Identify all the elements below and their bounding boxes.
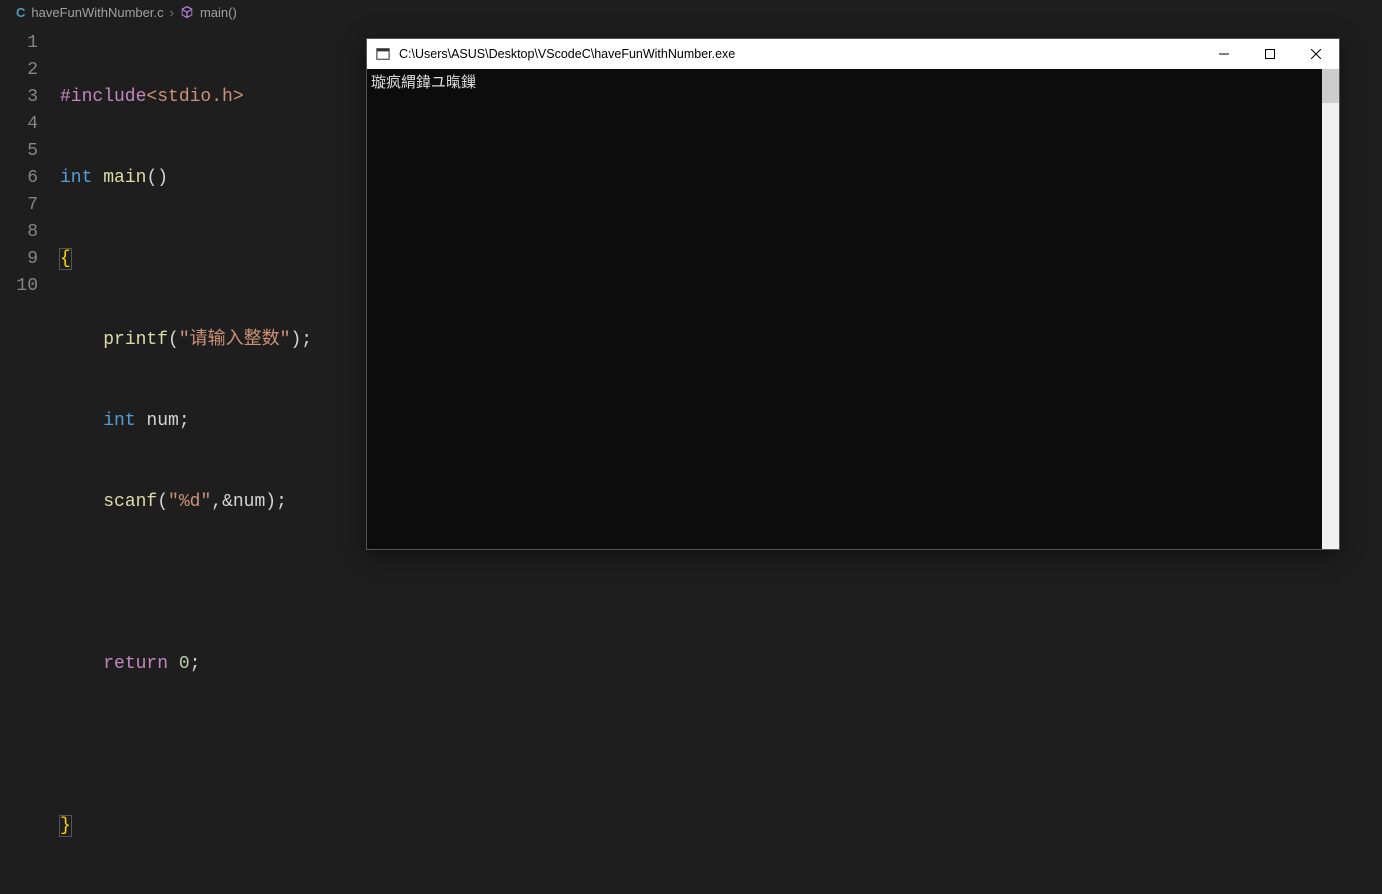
line-number: 5 — [0, 138, 38, 165]
line-number: 3 — [0, 84, 38, 111]
code-line: #include<stdio.h> — [60, 84, 312, 111]
code-line: printf("请输入整数"); — [60, 327, 312, 354]
code-line: scanf("%d",&num); — [60, 489, 312, 516]
console-app-icon — [375, 46, 391, 62]
code-line — [60, 570, 312, 597]
breadcrumb-file[interactable]: haveFunWithNumber.c — [31, 5, 163, 20]
code-line — [60, 732, 312, 759]
symbol-method-icon — [180, 5, 194, 19]
code-content[interactable]: #include<stdio.h> int main() { printf("请… — [60, 24, 312, 629]
scrollbar-thumb[interactable] — [1322, 69, 1339, 103]
line-number: 4 — [0, 111, 38, 138]
line-number: 10 — [0, 273, 38, 300]
code-line: int num; — [60, 408, 312, 435]
window-controls — [1201, 39, 1339, 69]
chevron-right-icon: › — [170, 5, 174, 20]
console-window[interactable]: C:\Users\ASUS\Desktop\VScodeC\haveFunWit… — [366, 38, 1340, 550]
c-file-icon: C — [16, 5, 25, 20]
line-number: 7 — [0, 192, 38, 219]
line-number: 2 — [0, 57, 38, 84]
code-line: return 0; — [60, 651, 312, 678]
line-number: 8 — [0, 219, 38, 246]
breadcrumb-symbol[interactable]: main() — [200, 5, 237, 20]
console-scrollbar[interactable]: ▾ — [1322, 69, 1339, 549]
line-number: 6 — [0, 165, 38, 192]
code-line: } — [60, 813, 312, 840]
code-line: int main() — [60, 165, 312, 192]
console-output: 璇疯緭鍏ユ暣鏁 — [367, 69, 1322, 549]
console-body[interactable]: 璇疯緭鍏ユ暣鏁 ▾ — [367, 69, 1339, 549]
code-line: { — [60, 246, 312, 273]
breadcrumb: C haveFunWithNumber.c › main() — [0, 0, 1382, 24]
line-number: 1 — [0, 30, 38, 57]
close-button[interactable] — [1293, 39, 1339, 69]
line-number: 9 — [0, 246, 38, 273]
maximize-button[interactable] — [1247, 39, 1293, 69]
minimize-button[interactable] — [1201, 39, 1247, 69]
line-number-gutter: 1 2 3 4 5 6 7 8 9 10 — [0, 24, 60, 629]
console-titlebar[interactable]: C:\Users\ASUS\Desktop\VScodeC\haveFunWit… — [367, 39, 1339, 69]
resize-grip[interactable] — [1322, 532, 1339, 549]
console-title: C:\Users\ASUS\Desktop\VScodeC\haveFunWit… — [399, 47, 1201, 61]
